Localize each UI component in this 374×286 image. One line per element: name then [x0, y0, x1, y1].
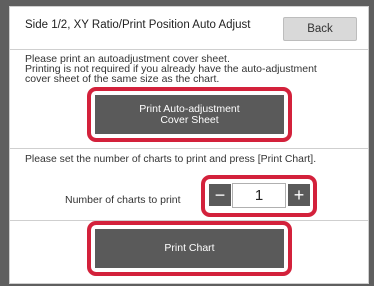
header-divider [10, 49, 368, 50]
cover-sheet-message: Please print an autoadjustment cover she… [25, 54, 360, 85]
print-cover-sheet-button[interactable]: Print Auto-adjustment Cover Sheet [95, 95, 284, 134]
header-bar: Side 1/2, XY Ratio/Print Position Auto A… [10, 7, 368, 49]
cover-button-line: Print Auto-adjustment [139, 102, 240, 115]
section-divider [10, 148, 368, 149]
chart-count-input[interactable]: 1 [232, 183, 286, 208]
charts-count-label: Number of charts to print [65, 194, 181, 206]
cover-button-line: Cover Sheet [160, 113, 219, 126]
page-title: Side 1/2, XY Ratio/Print Position Auto A… [25, 19, 251, 31]
increment-button[interactable]: + [288, 184, 310, 206]
back-button[interactable]: Back [283, 17, 357, 41]
decrement-button[interactable]: − [209, 184, 231, 206]
print-chart-button[interactable]: Print Chart [95, 229, 284, 268]
message-line: cover sheet of the same size as the char… [25, 73, 220, 85]
print-chart-message: Please set the number of charts to print… [25, 154, 317, 165]
screen-panel: Side 1/2, XY Ratio/Print Position Auto A… [9, 6, 369, 284]
